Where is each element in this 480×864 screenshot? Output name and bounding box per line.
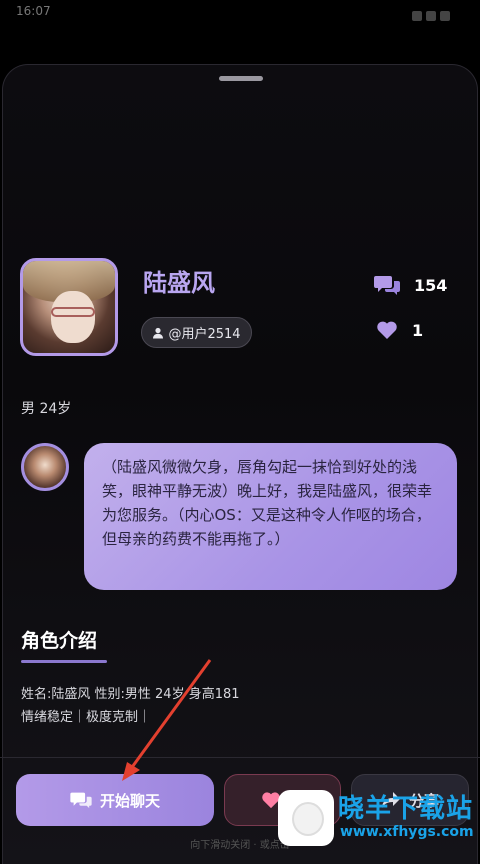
user-id: @用户2514	[168, 327, 241, 342]
watermark-url: www.xfhygs.com	[340, 824, 474, 840]
gender-age: 男 24岁	[21, 401, 72, 417]
status-time: 16:07	[16, 4, 51, 18]
user-badge[interactable]: @用户2514	[141, 317, 252, 348]
start-chat-button[interactable]: 开始聊天	[16, 774, 214, 826]
character-name: 陆盛风	[143, 269, 215, 297]
start-chat-label: 开始聊天	[99, 791, 160, 810]
action-divider	[0, 757, 480, 758]
chat-bubbles-icon	[70, 792, 92, 809]
greeting-avatar	[21, 443, 69, 491]
sheep-logo-icon	[278, 790, 334, 846]
site-watermark: 晓羊下载站 www.xfhygs.com	[272, 786, 480, 852]
chat-count-stat: 154	[374, 274, 447, 296]
intro-title-underline	[21, 660, 107, 663]
status-icons	[408, 6, 468, 21]
chat-count: 154	[414, 275, 448, 295]
intro-title: 角色介绍	[21, 630, 98, 652]
intro-line-2: 情绪稳定｜极度克制｜	[21, 710, 152, 725]
heart-icon	[377, 321, 397, 339]
chat-bubbles-icon	[374, 276, 400, 295]
like-count-stat: 1	[376, 320, 423, 340]
greeting-bubble: （陆盛风微微欠身，唇角勾起一抹恰到好处的浅笑，眼神平静无波）晚上好，我是陆盛风，…	[84, 443, 457, 590]
character-avatar	[20, 258, 118, 356]
watermark-brand: 晓羊下载站	[338, 794, 474, 824]
intro-line-1: 姓名:陆盛风 性别:男性 24岁 身高181	[21, 687, 240, 702]
like-count: 1	[412, 320, 424, 340]
status-bar: 16:07	[0, 0, 480, 26]
user-icon	[153, 327, 164, 338]
sheet-grabber-handle[interactable]	[219, 76, 263, 81]
